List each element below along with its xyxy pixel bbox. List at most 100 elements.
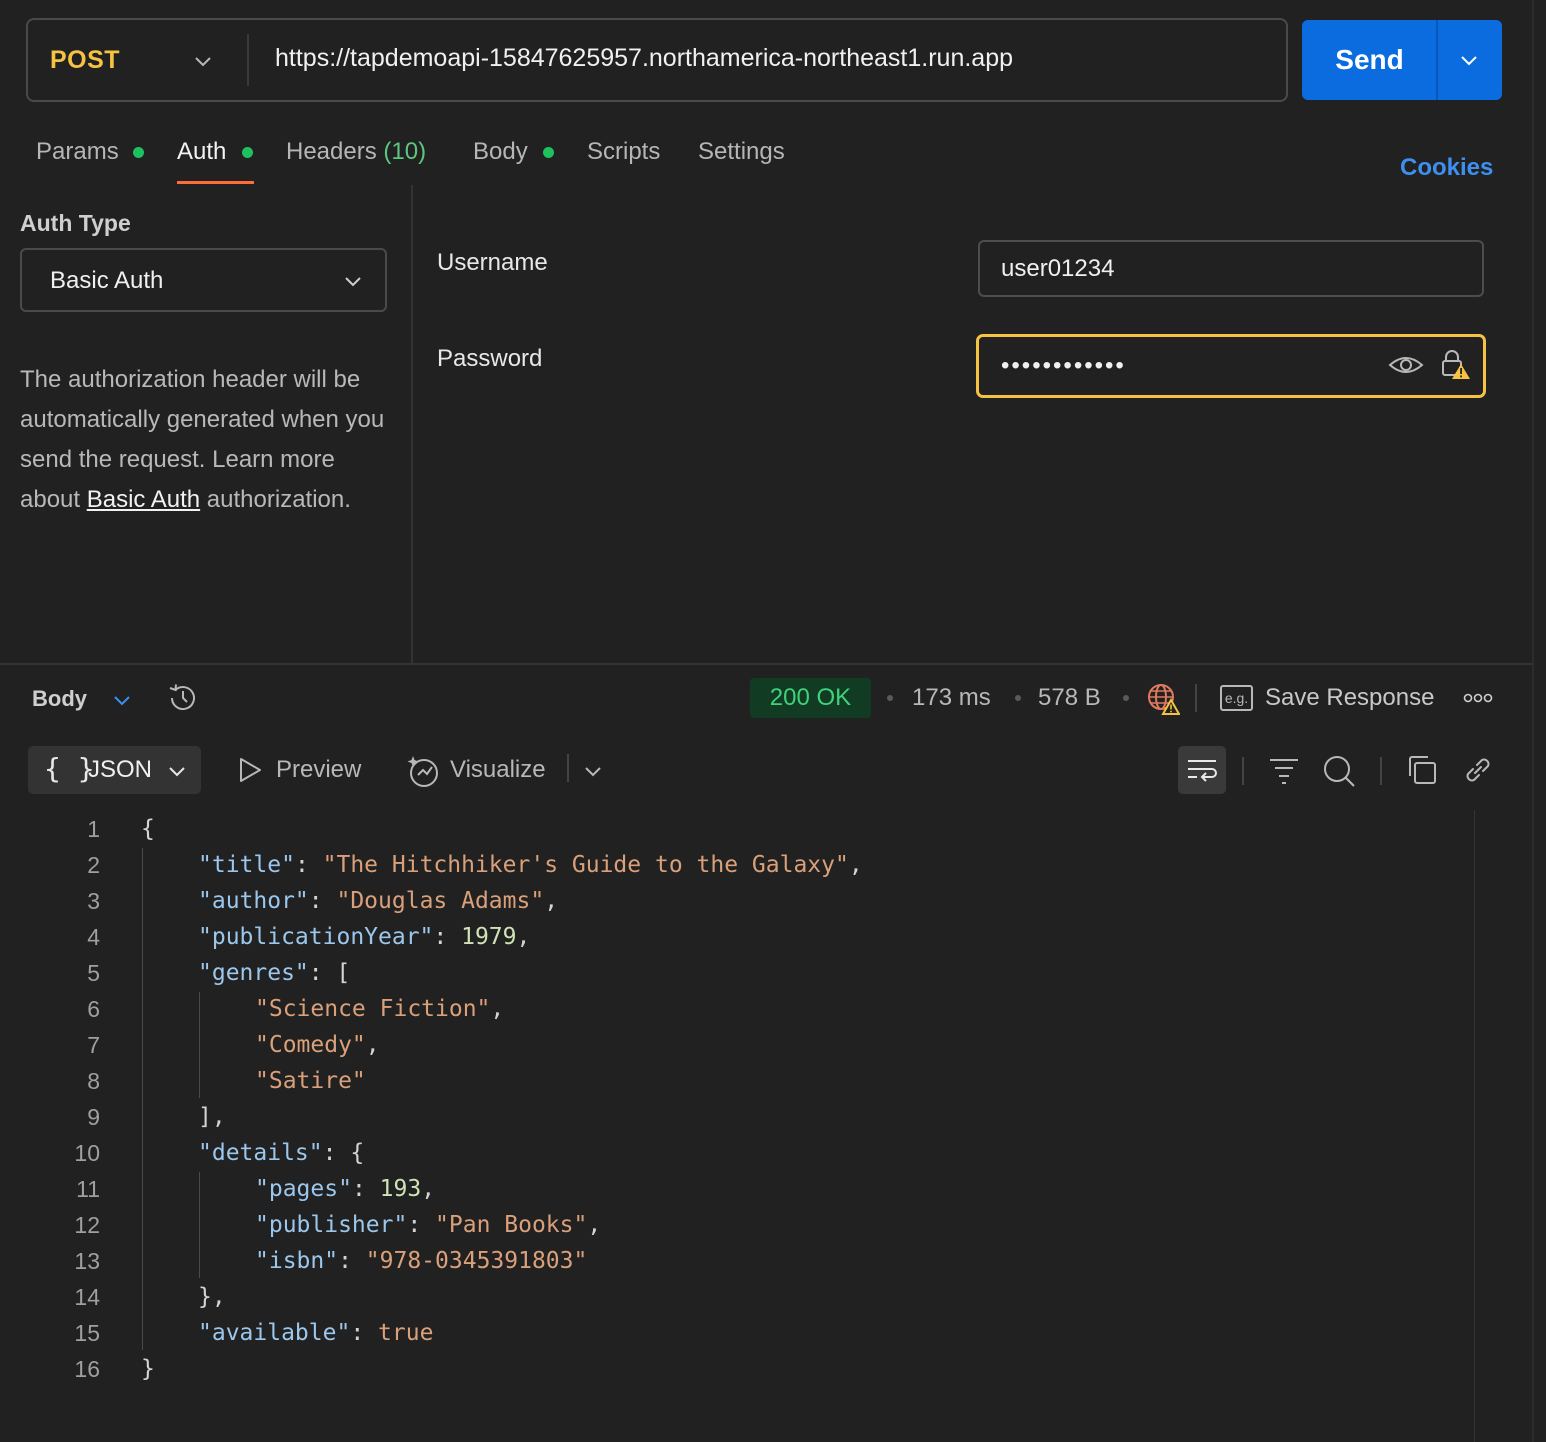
auth-type-label: Auth Type [20,210,131,236]
preview-button[interactable]: Preview [276,756,361,784]
chevron-down-icon[interactable] [342,270,364,292]
code-token: : { [322,1140,365,1166]
line-number: 13 [74,1248,100,1274]
code-line: 3 "author": "Douglas Adams", [0,883,1474,919]
scrollbar[interactable] [1474,810,1502,1442]
code-token: , [516,924,531,950]
code-token: } [141,1356,155,1382]
code-line: 15 "available": true [0,1315,1474,1351]
chevron-down-icon[interactable] [582,760,604,782]
code-line: 16} [0,1351,1474,1387]
tab-headers[interactable]: Headers (10) [286,138,426,166]
tab-body[interactable]: Body [473,138,528,166]
code-line: 2 "title": "The Hitchhiker's Guide to the… [0,847,1474,883]
code-token: , [544,888,559,914]
more-options-icon[interactable] [1463,692,1493,704]
response-time[interactable]: 173 ms [912,684,991,712]
code-token: "details" [198,1140,323,1166]
code-token: : [308,888,337,914]
auth-type-value[interactable]: Basic Auth [50,267,163,295]
tab-label: Body [473,138,528,165]
braces-icon: { } [44,752,95,785]
line-number: 5 [87,960,100,986]
format-label[interactable]: JSON [88,756,152,784]
example-icon[interactable]: e.g. [1220,685,1253,711]
toolbar-divider [1380,757,1382,785]
code-token: "pages" [255,1176,352,1202]
code-token: : [338,1248,366,1274]
response-size[interactable]: 578 B [1038,684,1101,712]
tab-label: Params [36,138,119,165]
line-number: 6 [87,996,100,1022]
send-divider [1436,20,1438,100]
code-text: "details": { [198,1135,364,1171]
password-value[interactable]: •••••••••••• [1001,352,1126,380]
code-line: 6 "Science Fiction", [0,991,1474,1027]
separator-dot [1123,695,1129,701]
indent-guide [199,992,200,1098]
tab-settings[interactable]: Settings [698,138,785,166]
chevron-down-icon[interactable] [192,50,214,72]
code-token: , [848,852,863,878]
code-line: 10 "details": { [0,1135,1474,1171]
code-token: }, [198,1284,226,1310]
search-icon[interactable] [1322,754,1356,788]
url-divider [247,34,249,86]
url-input[interactable]: https://tapdemoapi-15847625957.northamer… [275,44,1013,73]
line-number: 14 [74,1284,100,1310]
eye-icon[interactable] [1388,350,1424,380]
tab-auth[interactable]: Auth [177,138,226,166]
code-token: : [351,1176,380,1202]
chevron-down-icon[interactable] [112,690,132,710]
filter-icon[interactable] [1268,754,1300,786]
save-response-button[interactable]: Save Response [1265,684,1434,712]
code-token: : [350,1320,379,1346]
code-line: 7 "Comedy", [0,1027,1474,1063]
lock-warning-icon[interactable] [1438,348,1474,382]
send-button[interactable]: Send [1302,20,1437,100]
basic-auth-link[interactable]: Basic Auth [87,486,200,513]
cookies-link[interactable]: Cookies [1400,154,1493,182]
visualize-button[interactable]: Visualize [450,756,546,784]
history-icon[interactable] [166,681,200,715]
code-line: 9], [0,1099,1474,1135]
code-token: , [421,1176,436,1202]
play-icon[interactable] [236,756,264,784]
code-text: "title": "The Hitchhiker's Guide to the … [198,847,863,883]
code-text: "available": true [198,1315,433,1351]
line-number: 12 [74,1212,100,1238]
code-token: , [365,1032,380,1058]
code-token: 193 [379,1176,422,1202]
wrap-lines-icon[interactable] [1186,754,1218,786]
code-text: "publicationYear": 1979, [198,919,530,955]
copy-icon[interactable] [1406,754,1438,786]
auth-description: The authorization header will be automat… [20,360,400,520]
response-body-select[interactable]: Body [32,686,87,712]
method-select[interactable]: POST [50,46,120,75]
code-token: "Douglas Adams" [336,888,545,914]
auth-desc-text-end: authorization. [200,486,351,513]
tab-params[interactable]: Params [36,138,119,166]
code-token: : [433,924,462,950]
indent-guide [142,848,143,1350]
code-text: { [141,811,155,847]
link-icon[interactable] [1462,754,1494,786]
send-options-chevron-icon[interactable] [1458,50,1480,72]
tab-scripts[interactable]: Scripts [587,138,660,166]
line-number: 3 [87,888,100,914]
code-text: ], [198,1099,226,1135]
code-text: } [141,1351,155,1387]
code-text: "Comedy", [255,1027,380,1063]
password-label: Password [437,345,543,372]
username-value[interactable]: user01234 [1001,255,1114,283]
network-warning-icon[interactable] [1146,682,1180,716]
status-badge[interactable]: 200 OK [750,678,871,718]
line-number: 9 [87,1104,100,1130]
indent-guide [199,1172,200,1278]
line-number: 11 [76,1176,100,1202]
visualize-icon[interactable] [406,753,442,789]
code-token: "Science Fiction" [255,996,491,1022]
chevron-down-icon[interactable] [166,760,188,782]
code-token: "publicationYear" [198,924,434,950]
code-text: "genres": [ [198,955,350,991]
